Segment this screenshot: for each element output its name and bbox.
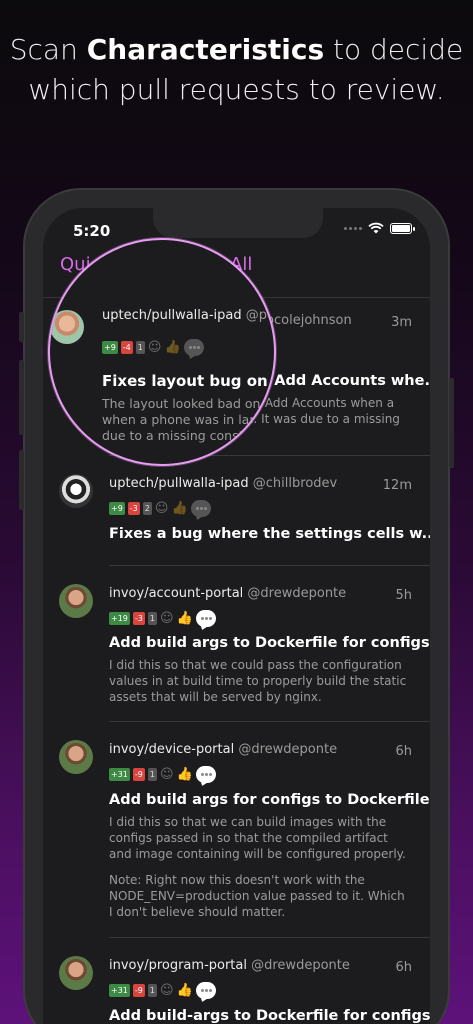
pull-request-row[interactable]: invoy/account-portal @drewdeponte 5h +19… (43, 566, 430, 722)
signal-icon (344, 226, 362, 230)
comment-bubble-icon (195, 982, 216, 999)
volume-down-button (19, 450, 24, 510)
repo-name: invoy/account-portal @drewdeponte (109, 586, 347, 601)
pr-body-note: Note: Right now this doesn't work with t… (109, 873, 405, 919)
avatar (59, 474, 93, 508)
pr-title: Add build args to Dockerfile for configs (109, 635, 430, 651)
pr-body: I did this so that we could pass the con… (109, 658, 407, 704)
battery-icon (390, 222, 415, 234)
comment-count-badge: 2 (142, 502, 152, 515)
comment-bubble-icon (195, 766, 216, 783)
smiley-icon: ☺ (159, 610, 174, 626)
smiley-icon: ☺ (159, 766, 174, 782)
repo-name: invoy/program-portal @drewdeponte (109, 958, 350, 973)
additions-badge: +9 (102, 341, 118, 354)
status-time: 5:20 (73, 222, 111, 240)
pr-title: Add build args for configs to Dockerfile (109, 792, 430, 808)
pr-characteristics: +9 -3 2 ☺ 👍 (109, 500, 211, 517)
status-indicators (344, 222, 415, 234)
pull-request-row[interactable]: invoy/program-portal @drewdeponte 6h +31… (43, 938, 430, 1024)
updated-time: 6h (395, 744, 412, 759)
comment-count-badge: 1 (147, 768, 157, 781)
deletions-badge: -4 (120, 341, 133, 354)
thumbs-up-icon: 👍 (176, 766, 193, 782)
pr-title: Add build-args to Dockerfile for configs (109, 1008, 430, 1024)
avatar (59, 584, 93, 618)
comment-count-badge: 1 (135, 341, 145, 354)
pr-characteristics-magnified: +9 -4 1 ☺ 👍 (102, 339, 204, 356)
comment-bubble-icon (195, 610, 216, 627)
repo-name: invoy/device-portal @drewdeponte (109, 742, 338, 757)
thumbs-up-icon: 👍 (176, 982, 193, 998)
pull-request-row[interactable]: uptech/pullwalla-ipad @chillbrodev 12m +… (43, 456, 430, 566)
wifi-icon (368, 222, 384, 234)
headline-pre: Scan (9, 33, 87, 66)
pr-body: I did this so that we can build images w… (109, 815, 406, 861)
smiley-icon: ☺ (159, 982, 174, 998)
updated-time: 6h (395, 960, 412, 975)
pull-request-row[interactable]: invoy/device-portal @drewdeponte 6h +31 … (43, 722, 430, 938)
additions-badge: +31 (109, 768, 130, 781)
magnifier-callout: uptech/pullwalla-ipad @pcolejohnson +9 -… (48, 238, 276, 466)
avatar (59, 956, 93, 990)
pr-title-magnified: Fixes layout bug on Add Accounts whe... (102, 372, 274, 390)
pr-characteristics: +31 -9 1 ☺ 👍 (109, 766, 216, 783)
updated-time: 12m (382, 478, 412, 493)
marketing-headline: Scan Characteristics to decide which pul… (0, 30, 473, 110)
thumbs-up-icon: 👍 (171, 500, 188, 516)
repo-name: uptech/pullwalla-ipad @chillbrodev (109, 476, 338, 491)
volume-up-button (19, 360, 24, 435)
deletions-badge: -3 (132, 612, 145, 625)
headline-highlight: Characteristics (86, 33, 325, 66)
updated-time: 5h (395, 588, 412, 603)
comment-bubble-icon (190, 500, 211, 517)
deletions-badge: -9 (132, 984, 145, 997)
thumbs-up-icon: 👍 (164, 339, 181, 355)
deletions-badge: -9 (132, 768, 145, 781)
comment-count-badge: 1 (147, 612, 157, 625)
smiley-icon: ☺ (147, 339, 162, 355)
additions-badge: +19 (109, 612, 130, 625)
updated-time: 3m (391, 315, 412, 330)
comment-count-badge: 1 (147, 984, 157, 997)
repo-name-magnified: uptech/pullwalla-ipad @pcolejohnson (102, 308, 275, 323)
additions-badge: +9 (109, 502, 125, 515)
pr-characteristics: +31 -9 1 ☺ 👍 (109, 982, 216, 999)
avatar-magnified (50, 310, 84, 344)
thumbs-up-icon: 👍 (176, 610, 193, 626)
pr-body-magnified: The layout looked bad on Add Accounts wh… (102, 396, 276, 443)
smiley-icon: ☺ (154, 500, 169, 516)
additions-badge: +31 (109, 984, 130, 997)
power-button (449, 378, 454, 468)
mute-switch (19, 312, 24, 342)
pr-title: Fixes a bug where the settings cells w..… (109, 526, 430, 542)
comment-bubble-icon (183, 339, 204, 356)
deletions-badge: -3 (127, 502, 140, 515)
phone-notch (153, 208, 323, 238)
avatar (59, 740, 93, 774)
pr-characteristics: +19 -3 1 ☺ 👍 (109, 610, 216, 627)
